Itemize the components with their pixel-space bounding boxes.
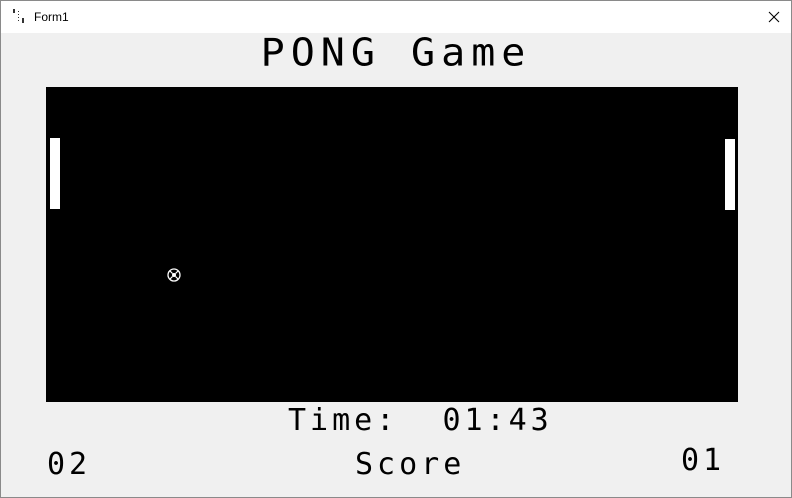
right-paddle [725,139,735,210]
left-paddle [50,138,60,209]
title-bar[interactable]: Form1 [1,1,791,33]
close-button[interactable] [757,1,791,33]
window-title: Form1 [34,10,69,24]
ball-icon [167,268,181,282]
app-window: Form1 PONG Game Time: 01:43 02 Score 01 [0,0,792,498]
left-score: 02 [47,447,92,482]
form-client-area: PONG Game Time: 01:43 02 Score 01 [1,33,791,497]
timer-display: Time: 01:43 [288,403,553,439]
right-score: 01 [681,443,726,478]
time-label: Time: [288,403,399,438]
score-label: Score [355,447,466,482]
game-title: PONG Game [260,31,532,75]
time-value: 01:43 [442,403,553,438]
form-icon [13,9,24,23]
game-court[interactable] [46,87,738,402]
close-icon [768,11,780,23]
